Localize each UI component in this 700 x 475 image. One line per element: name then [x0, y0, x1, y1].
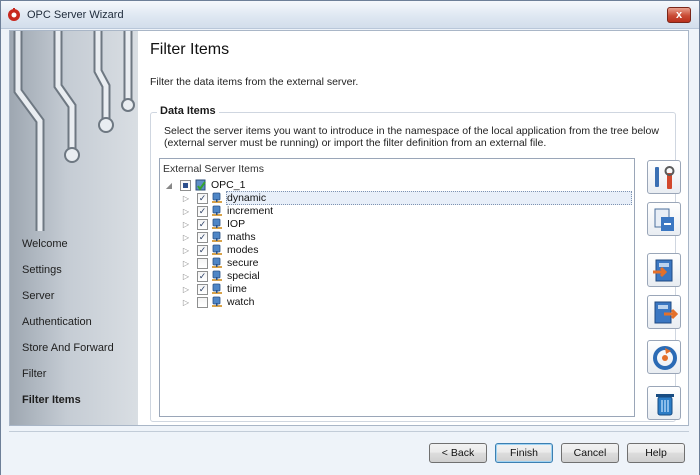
tree-item-label: watch: [227, 296, 255, 308]
expand-arrow-icon[interactable]: ▷: [182, 270, 190, 283]
finish-button[interactable]: Finish: [495, 443, 553, 463]
close-icon: x: [675, 9, 683, 21]
cancel-button[interactable]: Cancel: [561, 443, 619, 463]
expand-arrow-icon[interactable]: ▷: [182, 218, 190, 231]
page-description: Filter the data items from the external …: [150, 76, 359, 88]
tree-item-label: secure: [227, 257, 259, 269]
tree-item-label: modes: [227, 244, 259, 256]
expand-arrow-icon[interactable]: ▷: [182, 244, 190, 257]
wizard-steps-nav: Welcome Settings Server Authentication S…: [22, 237, 114, 419]
main-panel: Filter Items Filter the data items from …: [138, 31, 688, 425]
folder-network-icon: [212, 270, 222, 281]
tree-item-row[interactable]: ▷ ✓ maths: [160, 231, 634, 244]
delete-icon: [656, 394, 674, 416]
page-title: Filter Items: [150, 41, 230, 58]
tree-item-row[interactable]: ▷ ✓ IOP: [160, 218, 634, 231]
nav-item-authentication[interactable]: Authentication: [22, 315, 114, 341]
import-button[interactable]: [647, 253, 681, 287]
selection-highlight: [226, 191, 632, 205]
tree-item-row[interactable]: ▷ ✓ increment: [160, 205, 634, 218]
window-title: OPC Server Wizard: [27, 9, 124, 21]
tree-item-label: IOP: [227, 218, 246, 230]
tree-item-row[interactable]: ▷ ✓ dynamic: [160, 191, 634, 205]
tree-item-row[interactable]: ▷ secure: [160, 257, 634, 270]
tree-item-label: maths: [227, 231, 256, 243]
server-icon: [195, 179, 206, 191]
folder-network-icon: [212, 296, 222, 307]
data-items-group: Data Items Select the server items you w…: [150, 105, 681, 422]
circuit-decoration-image: [13, 31, 135, 231]
settings-tools-icon: [655, 166, 675, 189]
nav-item-filter-items[interactable]: Filter Items: [22, 393, 114, 419]
export-button[interactable]: [647, 295, 681, 329]
item-checkbox[interactable]: [197, 258, 208, 269]
folder-network-icon: [212, 257, 222, 268]
app-logo-icon: [8, 8, 20, 21]
expand-arrow-icon[interactable]: ▷: [182, 283, 190, 296]
delete-button[interactable]: [647, 386, 681, 420]
nav-item-welcome[interactable]: Welcome: [22, 237, 114, 263]
import-icon: [653, 259, 673, 282]
tree-header: External Server Items: [163, 163, 264, 175]
expand-arrow-icon[interactable]: ▷: [182, 231, 190, 244]
item-checkbox[interactable]: ✓: [197, 284, 208, 295]
root-checkbox[interactable]: [180, 180, 191, 191]
nav-item-filter[interactable]: Filter: [22, 367, 114, 393]
wizard-content: Welcome Settings Server Authentication S…: [9, 30, 689, 426]
tree-item-row[interactable]: ▷ watch: [160, 296, 634, 309]
expand-arrow-icon[interactable]: ▷: [182, 257, 190, 270]
folder-network-icon: [212, 205, 222, 216]
import-filter-button[interactable]: [647, 202, 681, 236]
item-checkbox[interactable]: ✓: [197, 193, 208, 204]
refresh-button[interactable]: [647, 340, 681, 374]
export-icon: [654, 301, 678, 324]
folder-network-icon: [212, 192, 222, 203]
tree-item-label: dynamic: [227, 192, 267, 204]
item-checkbox[interactable]: ✓: [197, 271, 208, 282]
title-bar: OPC Server Wizard x: [1, 1, 699, 29]
expand-arrow-icon[interactable]: ▷: [182, 205, 190, 218]
help-button[interactable]: Help: [627, 443, 685, 463]
tree-item-row[interactable]: ▷ ✓ modes: [160, 244, 634, 257]
nav-item-server[interactable]: Server: [22, 289, 114, 315]
expand-arrow-icon[interactable]: ▷: [182, 192, 190, 205]
collapse-arrow-icon[interactable]: ◢: [165, 179, 173, 192]
nav-item-settings[interactable]: Settings: [22, 263, 114, 289]
wizard-sidebar: Welcome Settings Server Authentication S…: [10, 31, 138, 425]
item-checkbox[interactable]: ✓: [197, 245, 208, 256]
refresh-icon: [653, 346, 677, 370]
nav-item-store-and-forward[interactable]: Store And Forward: [22, 341, 114, 367]
divider: [9, 431, 689, 432]
item-checkbox[interactable]: ✓: [197, 232, 208, 243]
server-items-tree[interactable]: External Server Items ◢ OPC_1 ▷ ✓ dynamic ▷…: [159, 158, 635, 417]
import-filter-icon: [654, 208, 674, 231]
group-title: Data Items: [157, 105, 219, 117]
folder-network-icon: [212, 244, 222, 255]
folder-network-icon: [212, 218, 222, 229]
folder-network-icon: [212, 283, 222, 294]
back-button[interactable]: < Back: [429, 443, 487, 463]
item-checkbox[interactable]: ✓: [197, 219, 208, 230]
tree-item-row[interactable]: ▷ ✓ special: [160, 270, 634, 283]
settings-tools-button[interactable]: [647, 160, 681, 194]
folder-network-icon: [212, 231, 222, 242]
button-bar: < Back Finish Cancel Help: [1, 431, 699, 475]
close-button[interactable]: x: [667, 7, 691, 23]
tree-item-label: special: [227, 270, 260, 282]
tree-item-label: increment: [227, 205, 274, 217]
expand-arrow-icon[interactable]: ▷: [182, 296, 190, 309]
wizard-window: OPC Server Wizard x Welcome Settings Ser…: [0, 0, 700, 475]
item-checkbox[interactable]: ✓: [197, 206, 208, 217]
group-description: Select the server items you want to intr…: [164, 125, 659, 149]
item-checkbox[interactable]: [197, 297, 208, 308]
tree-item-label: time: [227, 283, 247, 295]
tree-item-row[interactable]: ▷ ✓ time: [160, 283, 634, 296]
